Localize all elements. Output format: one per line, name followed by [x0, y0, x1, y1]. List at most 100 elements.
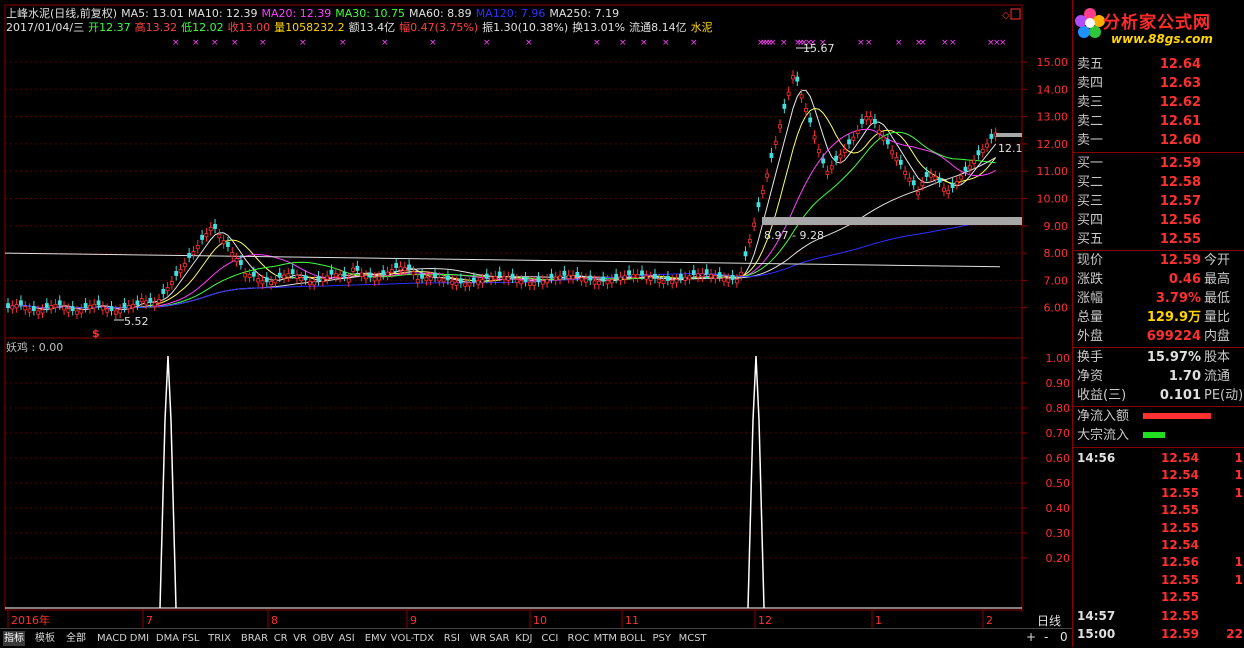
candle-body[interactable]: [260, 280, 265, 285]
candle-body[interactable]: [476, 280, 481, 285]
indicator-tab-7[interactable]: TRIX: [207, 631, 232, 646]
candle-body[interactable]: [799, 94, 804, 99]
candle-body[interactable]: [989, 133, 994, 139]
candle-body[interactable]: [96, 300, 101, 306]
candle-body[interactable]: [251, 271, 256, 277]
candle-body[interactable]: [62, 306, 66, 311]
candle-body[interactable]: [402, 266, 407, 271]
candle-body[interactable]: [377, 276, 381, 281]
candle-body[interactable]: [752, 222, 757, 227]
candle-body[interactable]: [885, 139, 890, 145]
candle-body[interactable]: [88, 305, 92, 310]
candle-body[interactable]: [674, 279, 679, 284]
candle-body[interactable]: [14, 304, 19, 309]
indicator-tab-6[interactable]: FSL: [181, 631, 201, 646]
candle-body[interactable]: [126, 305, 131, 310]
candle-body[interactable]: [566, 274, 571, 279]
candle-body[interactable]: [23, 306, 28, 311]
candle-body[interactable]: [182, 263, 187, 268]
candle-body[interactable]: [489, 276, 493, 281]
candle-body[interactable]: [433, 272, 437, 278]
candle-body[interactable]: [83, 303, 88, 308]
candle-body[interactable]: [894, 157, 899, 162]
candle-body[interactable]: [950, 183, 955, 188]
candle-body[interactable]: [967, 165, 972, 170]
candle-body[interactable]: [381, 270, 386, 276]
indicator-tab-10[interactable]: VR: [292, 631, 308, 646]
candle-body[interactable]: [907, 177, 912, 182]
candle-body[interactable]: [527, 281, 532, 286]
candle-body[interactable]: [217, 234, 222, 239]
candle-body[interactable]: [571, 275, 575, 280]
candle-body[interactable]: [704, 269, 709, 275]
candle-body[interactable]: [868, 116, 873, 121]
candle-body[interactable]: [139, 298, 144, 303]
candle-body[interactable]: [407, 264, 412, 270]
candle-body[interactable]: [584, 278, 588, 283]
candle-body[interactable]: [722, 277, 726, 282]
indicator-tab-1[interactable]: 模板: [34, 631, 56, 646]
candle-body[interactable]: [765, 173, 769, 178]
candle-body[interactable]: [325, 275, 330, 280]
candle-body[interactable]: [359, 272, 364, 277]
candle-body[interactable]: [493, 275, 498, 281]
candle-body[interactable]: [821, 158, 826, 164]
candle-body[interactable]: [687, 275, 692, 280]
candle-body[interactable]: [394, 263, 399, 268]
candle-body[interactable]: [174, 270, 179, 276]
candle-body[interactable]: [57, 300, 62, 306]
candle-body[interactable]: [234, 258, 239, 263]
candle-body[interactable]: [515, 278, 519, 284]
candle-body[interactable]: [230, 252, 235, 257]
candle-body[interactable]: [109, 306, 114, 312]
candle-body[interactable]: [980, 148, 985, 154]
candle-body[interactable]: [665, 276, 670, 281]
indicator-tab-2[interactable]: 全部: [65, 631, 87, 646]
candle-body[interactable]: [834, 155, 839, 161]
candle-body[interactable]: [808, 117, 813, 123]
indicator-tab-21[interactable]: MTM: [593, 631, 618, 646]
candle-body[interactable]: [648, 276, 653, 281]
candle-body[interactable]: [916, 191, 920, 196]
candle-body[interactable]: [657, 279, 662, 284]
candle-body[interactable]: [320, 278, 325, 283]
candle-body[interactable]: [463, 282, 468, 287]
candle-body[interactable]: [415, 279, 420, 284]
indicator-tab-14[interactable]: VOL-TDX: [390, 631, 435, 646]
indicator-tab-9[interactable]: CR: [273, 631, 289, 646]
candle-body[interactable]: [165, 287, 170, 292]
candle-body[interactable]: [53, 304, 58, 309]
candle-body[interactable]: [333, 273, 338, 278]
candle-body[interactable]: [519, 280, 524, 285]
candle-body[interactable]: [743, 251, 748, 257]
candle-body[interactable]: [239, 260, 243, 265]
indicator-tab-12[interactable]: ASI: [338, 631, 356, 646]
kline-chart-area[interactable]: × × × × × × × × × × × × × × × × × × × × × × × × × × × × × × × × × × × × × × 1…: [0, 0, 1072, 628]
diamond-icon[interactable]: ◇: [1002, 10, 1010, 21]
indicator-tab-17[interactable]: SAR: [488, 631, 510, 646]
candle-body[interactable]: [920, 182, 925, 187]
indicator-tab-20[interactable]: ROC: [567, 631, 591, 646]
candle-body[interactable]: [187, 252, 192, 258]
candle-body[interactable]: [756, 202, 761, 208]
candle-body[interactable]: [523, 277, 528, 282]
indicator-tab-22[interactable]: BOLL: [619, 631, 647, 646]
candle-body[interactable]: [420, 273, 424, 279]
candle-body[interactable]: [795, 76, 800, 82]
candle-body[interactable]: [308, 281, 312, 286]
candle-body[interactable]: [428, 276, 433, 281]
candle-body[interactable]: [579, 277, 584, 282]
candle-body[interactable]: [316, 276, 321, 281]
candle-body[interactable]: [471, 277, 476, 283]
candle-body[interactable]: [730, 275, 735, 280]
candle-body[interactable]: [277, 272, 282, 278]
candle-body[interactable]: [398, 266, 403, 271]
indicator-tab-24[interactable]: MCST: [678, 631, 708, 646]
candle-body[interactable]: [972, 159, 977, 164]
candle-body[interactable]: [553, 276, 558, 281]
candle-body[interactable]: [79, 309, 84, 314]
zoom-reset-button[interactable]: 0: [1060, 630, 1068, 644]
candle-body[interactable]: [437, 277, 442, 282]
candle-body[interactable]: [691, 270, 696, 276]
candle-body[interactable]: [44, 303, 49, 309]
